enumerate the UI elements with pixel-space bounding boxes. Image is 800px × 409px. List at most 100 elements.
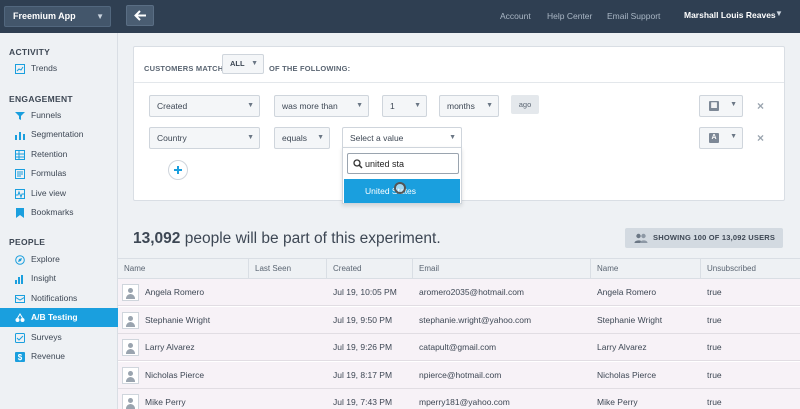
chevron-down-icon: ▼ xyxy=(317,134,324,141)
sidebar-item-notifications[interactable]: Notifications xyxy=(0,289,118,308)
property-value: Created xyxy=(157,101,188,111)
cell-name: Mike Perry xyxy=(145,397,186,407)
unit-value: months xyxy=(447,101,475,111)
account-link[interactable]: Account xyxy=(500,11,531,21)
amount-select[interactable]: 1 ▼ xyxy=(382,95,427,117)
chevron-down-icon: ▼ xyxy=(730,133,737,140)
property-select-created[interactable]: Created ▼ xyxy=(149,95,260,117)
sidebar-item-trends[interactable]: Trends xyxy=(0,59,118,78)
cell-name: Angela Romero xyxy=(145,287,205,297)
cell-unsubscribed: true xyxy=(707,397,722,407)
value-dropdown: United States xyxy=(342,147,462,204)
cell-name2: Nicholas Pierce xyxy=(597,369,657,380)
sidebar-item-label: Retention xyxy=(31,149,68,159)
back-button[interactable] xyxy=(126,5,154,26)
operator-select-was-more-than[interactable]: was more than ▼ xyxy=(274,95,369,117)
insight-icon xyxy=(15,275,23,284)
column-header-created[interactable]: Created xyxy=(326,259,412,279)
sidebar-item-retention[interactable]: Retention xyxy=(0,145,118,164)
help-center-link[interactable]: Help Center xyxy=(547,11,592,21)
cell-created: Jul 19, 9:50 PM xyxy=(333,314,393,325)
value-select[interactable]: Select a value ▼ xyxy=(342,127,462,149)
user-menu[interactable]: Marshall Louis Reaves xyxy=(684,10,776,20)
cell-name: Stephanie Wright xyxy=(145,314,211,325)
sidebar-item-label: Funnels xyxy=(31,110,62,120)
users-icon xyxy=(634,233,648,243)
app-selector[interactable]: Freemium App ▼ xyxy=(4,6,111,27)
cell-email: aromero2035@hotmail.com xyxy=(419,287,525,297)
table-row[interactable]: Larry Alvarez Jul 19, 9:26 PM catapult@gma… xyxy=(118,334,800,361)
summary-text: people will be part of this experiment. xyxy=(184,230,441,247)
remove-filter-icon[interactable]: × xyxy=(757,131,764,145)
sidebar-item-funnels[interactable]: Funnels xyxy=(0,106,118,125)
showing-users-label: SHOWING 100 OF 13,092 USERS xyxy=(653,233,776,242)
showing-users-button[interactable]: SHOWING 100 OF 13,092 USERS xyxy=(625,228,783,248)
unit-select[interactable]: months ▼ xyxy=(439,95,499,117)
loading-cursor-icon xyxy=(394,182,406,194)
table-row[interactable]: Nicholas Pierce Jul 19, 8:17 PM npierce@ho… xyxy=(118,361,800,389)
column-header-unsubscribed[interactable]: Unsubscribed xyxy=(700,259,800,279)
cell-created: Jul 19, 9:26 PM xyxy=(333,342,393,352)
table-row[interactable]: Stephanie Wright Jul 19, 9:50 PM stephanie… xyxy=(118,306,800,334)
column-header-name[interactable]: Name xyxy=(118,259,248,279)
sidebar-heading-people: PEOPLE xyxy=(9,237,46,247)
explore-icon xyxy=(15,255,25,265)
sidebar-item-label: Revenue xyxy=(31,351,66,361)
cell-created: Jul 19, 7:43 PM xyxy=(333,397,393,407)
value-type-select-text[interactable]: A ▼ xyxy=(699,127,743,149)
cell-name: Nicholas Pierce xyxy=(145,369,205,380)
column-header-last-seen[interactable]: Last Seen xyxy=(248,259,326,279)
sidebar-item-label: A/B Testing xyxy=(31,312,78,322)
sidebar-item-label: Surveys xyxy=(31,332,62,342)
sidebar-item-bookmarks[interactable]: Bookmarks xyxy=(0,203,118,222)
match-prefix-label: CUSTOMERS MATCH xyxy=(144,64,224,73)
chevron-down-icon: ▼ xyxy=(730,101,737,108)
sidebar-item-insight[interactable]: Insight xyxy=(0,269,118,288)
cell-email: mperry181@yahoo.com xyxy=(419,397,510,407)
chevron-down-icon: ▼ xyxy=(356,102,363,109)
sidebar-item-segmentation[interactable]: Segmentation xyxy=(0,125,118,144)
avatar xyxy=(122,284,139,301)
operator-value: equals xyxy=(282,133,308,143)
chevron-down-icon[interactable]: ▼ xyxy=(775,9,783,18)
match-mode-select[interactable]: ALL ▼ xyxy=(222,54,264,74)
cell-name: Larry Alvarez xyxy=(145,342,195,352)
cell-email: npierce@hotmail.com xyxy=(419,369,502,380)
retention-icon xyxy=(15,150,25,160)
amount-value: 1 xyxy=(390,101,395,111)
sidebar-item-formulas[interactable]: Formulas xyxy=(0,164,118,183)
remove-filter-icon[interactable]: × xyxy=(757,99,764,113)
dropdown-search-field[interactable] xyxy=(347,153,459,174)
sidebar-item-label: Notifications xyxy=(31,293,78,303)
users-table: Name Last Seen Created Email Name Unsubs… xyxy=(118,258,800,409)
add-filter-button[interactable] xyxy=(168,160,188,180)
people-count: 13,092 xyxy=(133,230,181,247)
avatar xyxy=(122,339,139,356)
cell-name2: Larry Alvarez xyxy=(597,342,647,352)
chevron-down-icon: ▼ xyxy=(247,134,254,141)
chevron-down-icon: ▼ xyxy=(486,102,493,109)
email-support-link[interactable]: Email Support xyxy=(607,11,660,21)
sidebar-item-surveys[interactable]: Surveys xyxy=(0,328,118,347)
property-select-country[interactable]: Country ▼ xyxy=(149,127,260,149)
funnel-icon xyxy=(15,112,25,120)
sidebar: ACTIVITY Trends ENGAGEMENT Funnels Segme… xyxy=(0,33,118,409)
live-view-icon xyxy=(15,189,25,199)
sidebar-item-ab-testing[interactable]: A/B Testing xyxy=(0,308,118,327)
sidebar-item-revenue[interactable]: $ Revenue xyxy=(0,347,118,366)
avatar xyxy=(122,366,139,384)
column-header-email[interactable]: Email xyxy=(412,259,590,279)
column-header-name-2[interactable]: Name xyxy=(590,259,700,279)
app-name: Freemium App xyxy=(13,11,76,21)
value-type-select-date[interactable]: ▦ ▼ xyxy=(699,95,743,117)
cell-name2: Stephanie Wright xyxy=(597,314,663,325)
sidebar-item-live-view[interactable]: Live view xyxy=(0,184,118,203)
dropdown-search-input[interactable] xyxy=(365,157,455,171)
svg-text:$: $ xyxy=(18,353,23,362)
sidebar-item-explore[interactable]: Explore xyxy=(0,250,118,269)
cell-name2: Mike Perry xyxy=(597,397,638,407)
table-row[interactable]: Angela Romero Jul 19, 10:05 PM aromero2035… xyxy=(118,279,800,306)
table-header: Name Last Seen Created Email Name Unsubs… xyxy=(118,258,800,279)
table-row[interactable]: Mike Perry Jul 19, 7:43 PM mperry181@yahoo… xyxy=(118,389,800,409)
operator-select-equals[interactable]: equals ▼ xyxy=(274,127,330,149)
